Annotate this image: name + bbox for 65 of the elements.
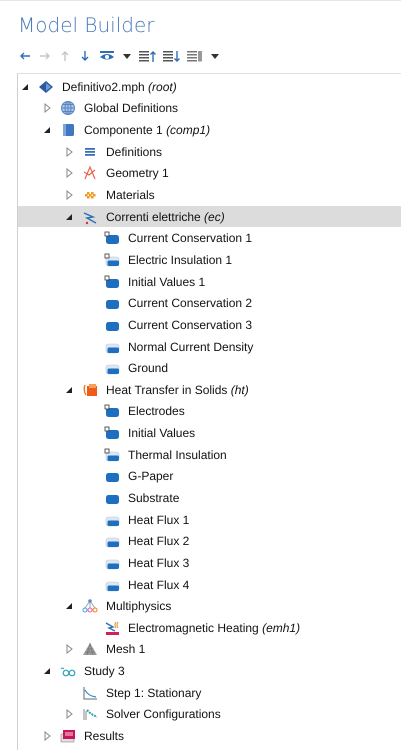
model-icon — [38, 78, 54, 95]
tree-item[interactable]: Heat Flux 2 — [18, 530, 401, 552]
tree-item[interactable]: Step 1: Stationary — [18, 682, 401, 704]
default-domain-node-icon — [104, 403, 120, 420]
tree-item[interactable]: Results — [18, 725, 401, 747]
stationary-step-icon — [82, 684, 98, 701]
collapsed-toggle-icon[interactable] — [66, 709, 72, 720]
tree-item[interactable]: Definitions — [18, 140, 401, 163]
collapsed-toggle-icon[interactable] — [66, 190, 72, 200]
tree-item[interactable]: Substrate — [18, 487, 401, 509]
tree-item[interactable]: Heat Flux 3 — [18, 552, 401, 574]
tree-item[interactable]: Electromagnetic Heating (emh1) — [18, 617, 401, 639]
collapsed-toggle-icon[interactable] — [66, 146, 72, 157]
tree-item[interactable]: Multiphysics — [18, 595, 401, 618]
mesh-icon — [82, 641, 98, 658]
tree-item[interactable]: Current Conservation 1 — [18, 227, 401, 250]
panel-title: Model Builder — [17, 12, 156, 39]
multiphysics-icon — [82, 598, 98, 614]
expanded-toggle-icon[interactable] — [21, 82, 29, 91]
default-boundary-node-icon — [104, 252, 120, 268]
tree-item[interactable]: Heat Transfer in Solids (ht) — [18, 378, 401, 401]
tree-item[interactable]: G-Paper — [18, 466, 401, 488]
default-domain-node-icon — [104, 425, 120, 442]
default-boundary-node-icon — [104, 446, 120, 463]
expanded-toggle-icon[interactable] — [43, 126, 51, 134]
tree-item[interactable]: Solver Configurations — [18, 704, 401, 726]
default-domain-node-icon — [104, 230, 120, 246]
geometry-icon — [82, 165, 98, 182]
tree-item[interactable]: Mesh 1 — [18, 638, 401, 660]
expand-all-icon[interactable] — [162, 49, 180, 63]
default-domain-node-icon — [104, 274, 120, 290]
list-icon[interactable] — [186, 49, 204, 63]
expanded-toggle-icon[interactable] — [65, 212, 73, 221]
tree-item[interactable]: Ground — [18, 357, 401, 379]
results-icon — [60, 728, 76, 744]
tree-item[interactable]: Electrodes — [18, 400, 401, 422]
collapsed-toggle-icon[interactable] — [66, 168, 72, 178]
tree-item[interactable]: Normal Current Density — [18, 336, 401, 358]
tree-item[interactable]: Heat Flux 4 — [18, 574, 401, 596]
expanded-toggle-icon[interactable] — [65, 602, 73, 610]
solver-icon — [82, 706, 98, 722]
expanded-toggle-icon[interactable] — [43, 667, 51, 676]
tree-item[interactable]: Componente 1 (comp1) — [18, 119, 401, 141]
tree-item[interactable]: Heat Flux 1 — [18, 508, 401, 530]
tree-item[interactable]: Study 3 — [18, 660, 401, 682]
collapsed-toggle-icon[interactable] — [66, 644, 72, 654]
collapsed-toggle-icon[interactable] — [44, 731, 50, 742]
tree-item[interactable]: Electric Insulation 1 — [18, 249, 401, 271]
tree-item[interactable]: Definitivo2.mph (root) — [18, 76, 401, 98]
collapsed-toggle-icon[interactable] — [44, 103, 50, 114]
tree-item[interactable]: Materials — [18, 184, 401, 206]
tree-item[interactable]: Current Conservation 3 — [18, 314, 401, 336]
tree-item[interactable]: Global Definitions — [18, 98, 401, 120]
tree-item[interactable]: Correnti elettriche (ec) — [18, 206, 401, 228]
collapse-all-icon[interactable] — [138, 49, 156, 63]
cube-icon — [60, 122, 76, 138]
tree-item[interactable]: Geometry 1 — [18, 162, 401, 184]
tree-item[interactable]: Thermal Insulation — [18, 444, 401, 466]
electromagnetic-heating-icon — [104, 620, 120, 636]
globe-icon — [60, 100, 76, 116]
tree-item[interactable]: Current Conservation 2 — [18, 292, 401, 314]
tree-item[interactable]: Initial Values 1 — [18, 270, 401, 292]
expanded-toggle-icon[interactable] — [65, 386, 73, 394]
tree-item[interactable]: Initial Values — [18, 422, 401, 444]
heat-transfer-icon — [82, 382, 98, 398]
